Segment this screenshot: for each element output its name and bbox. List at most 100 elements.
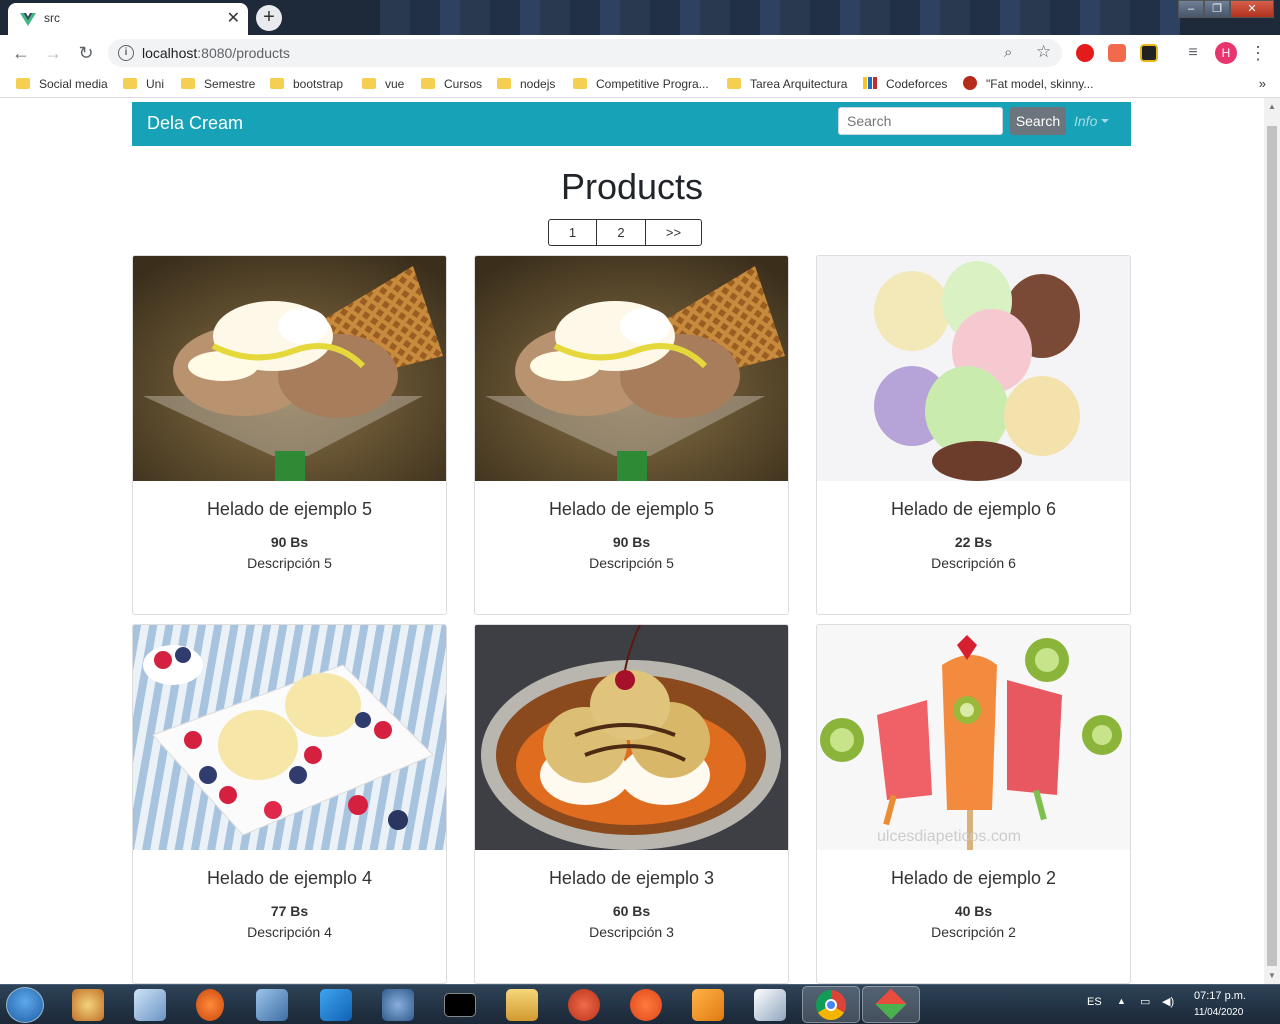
search-button[interactable]: Search xyxy=(1010,107,1066,135)
maximize-button[interactable]: ❐ xyxy=(1204,0,1230,18)
product-name[interactable]: Helado de ejemplo 3 xyxy=(475,868,788,889)
window-controls: – ❐ ✕ xyxy=(1178,0,1274,18)
product-description: Descripción 2 xyxy=(931,924,1016,940)
product-name[interactable]: Helado de ejemplo 2 xyxy=(817,868,1130,889)
media-queue-icon[interactable]: ≡ xyxy=(1181,41,1205,65)
site-brand[interactable]: Dela Cream xyxy=(147,113,243,134)
vscode-icon[interactable] xyxy=(320,989,352,1021)
new-tab-button[interactable]: + xyxy=(256,5,282,31)
folder-icon xyxy=(497,78,511,89)
info-dropdown[interactable]: Info xyxy=(1074,113,1110,129)
crown-extension-icon[interactable] xyxy=(1140,44,1158,62)
search-input[interactable] xyxy=(838,107,1003,135)
volume-icon[interactable]: ◀) xyxy=(1162,995,1174,1008)
browser-tab[interactable]: src ✕ xyxy=(8,3,248,35)
bookmark-folder[interactable]: vue xyxy=(362,76,404,94)
clock-date[interactable]: 11/04/2020 xyxy=(1194,1007,1243,1018)
git-app-taskbar-button[interactable] xyxy=(862,986,920,1023)
product-price: 90 Bs xyxy=(270,534,309,550)
tab-title: src xyxy=(44,11,60,25)
product-price: 40 Bs xyxy=(954,903,993,919)
back-arrow-icon[interactable]: ← xyxy=(9,41,33,65)
bookmark-link[interactable]: "Fat model, skinny... xyxy=(963,76,1093,94)
virtualbox-icon[interactable] xyxy=(256,989,288,1021)
product-card[interactable]: Helado de ejemplo 4 77 Bs Descripción 4 xyxy=(132,624,447,984)
page-link-2[interactable]: 2 xyxy=(597,220,646,245)
network-icon[interactable]: ▭ xyxy=(1140,995,1150,1008)
profile-avatar[interactable]: H xyxy=(1215,42,1237,64)
scroll-up-icon[interactable]: ▲ xyxy=(1268,102,1276,111)
folder-icon xyxy=(270,78,284,89)
page-scrollbar[interactable]: ▲ ▼ xyxy=(1264,98,1280,984)
sublime-text-icon[interactable] xyxy=(692,989,724,1021)
site-navbar: Dela Cream Search Info xyxy=(132,102,1131,146)
terminal-icon[interactable] xyxy=(444,993,476,1017)
address-bar[interactable]: i localhost:8080/products ⌕ ☆ xyxy=(108,39,1062,67)
folder-icon xyxy=(123,78,137,89)
more-bookmarks-button[interactable]: » xyxy=(1259,76,1266,91)
product-name[interactable]: Helado de ejemplo 6 xyxy=(817,499,1130,520)
bookmark-folder[interactable]: nodejs xyxy=(497,76,555,94)
bookmark-folder[interactable]: Semestre xyxy=(181,76,255,94)
product-image xyxy=(133,256,446,481)
language-indicator[interactable]: ES xyxy=(1087,996,1102,1008)
chrome-icon xyxy=(816,990,846,1020)
minimize-button[interactable]: – xyxy=(1178,0,1204,18)
bookmark-folder[interactable]: Uni xyxy=(123,76,164,94)
bookmark-link[interactable]: Codeforces xyxy=(863,76,947,94)
info-icon[interactable]: i xyxy=(118,45,134,61)
clock-time[interactable]: 07:17 p.m. xyxy=(1194,990,1246,1002)
paint-icon[interactable] xyxy=(72,989,104,1021)
bookmark-folder[interactable]: Cursos xyxy=(421,76,482,94)
ccleaner-icon[interactable] xyxy=(568,989,600,1021)
product-card[interactable]: Helado de ejemplo 5 90 Bs Descripción 5 xyxy=(474,255,789,615)
close-tab-icon[interactable]: ✕ xyxy=(227,8,240,28)
scrollbar-thumb[interactable] xyxy=(1267,126,1277,966)
product-image xyxy=(817,256,1130,481)
product-image xyxy=(475,256,788,481)
bookmark-folder[interactable]: Social media xyxy=(16,76,108,94)
url-text[interactable]: localhost:8080/products xyxy=(142,45,290,61)
product-name[interactable]: Helado de ejemplo 4 xyxy=(133,868,446,889)
bookmarks-bar: Social media Uni Semestre bootstrap vue … xyxy=(0,71,1280,98)
virtualbox-cube-icon[interactable] xyxy=(134,989,166,1021)
shield-extension-icon[interactable] xyxy=(1108,44,1126,62)
folder-icon xyxy=(16,78,30,89)
microphone-icon[interactable] xyxy=(196,989,224,1021)
menu-kebab-icon[interactable]: ⋮ xyxy=(1246,41,1270,65)
page-link-next[interactable]: >> xyxy=(646,220,701,245)
svg-text:ulcesdiapeticos.com: ulcesdiapeticos.com xyxy=(877,828,1021,845)
scroll-down-icon[interactable]: ▼ xyxy=(1268,971,1276,980)
windows-taskbar: ES ▲ ▭ ◀) 07:17 p.m. 11/04/2020 xyxy=(0,984,1280,1024)
windows-start-button[interactable] xyxy=(6,987,44,1023)
zoom-icon[interactable]: ⌕ xyxy=(1004,44,1012,61)
postgresql-icon[interactable] xyxy=(382,989,414,1021)
product-description: Descripción 5 xyxy=(589,555,674,571)
product-card[interactable]: Helado de ejemplo 6 22 Bs Descripción 6 xyxy=(816,255,1131,615)
product-card[interactable]: Helado de ejemplo 5 90 Bs Descripción 5 xyxy=(132,255,447,615)
file-explorer-icon[interactable] xyxy=(506,989,538,1021)
codeforces-icon xyxy=(863,77,877,89)
tray-expand-icon[interactable]: ▲ xyxy=(1117,996,1126,1006)
vue-icon xyxy=(20,13,36,26)
pencil-app-icon[interactable] xyxy=(630,989,662,1021)
forward-arrow-icon[interactable]: → xyxy=(41,41,65,65)
pagination: 1 2 >> xyxy=(548,219,702,246)
box-app-icon[interactable] xyxy=(754,989,786,1021)
ublock-extension-icon[interactable] xyxy=(1076,44,1094,62)
bookmark-folder[interactable]: Tarea Arquitectura xyxy=(727,76,847,94)
product-name[interactable]: Helado de ejemplo 5 xyxy=(475,499,788,520)
close-window-button[interactable]: ✕ xyxy=(1230,0,1274,18)
star-icon[interactable]: ☆ xyxy=(1036,42,1051,62)
product-name[interactable]: Helado de ejemplo 5 xyxy=(133,499,446,520)
reload-icon[interactable]: ↻ xyxy=(74,41,98,65)
bookmark-folder[interactable]: Competitive Progra... xyxy=(573,76,709,94)
product-card[interactable]: Helado de ejemplo 3 60 Bs Descripción 3 xyxy=(474,624,789,984)
chrome-taskbar-button[interactable] xyxy=(802,986,860,1023)
product-card[interactable]: ulcesdiapeticos.com Helado de ejemplo 2 … xyxy=(816,624,1131,984)
product-description: Descripción 5 xyxy=(247,555,332,571)
page-link-1[interactable]: 1 xyxy=(549,220,597,245)
caret-down-icon xyxy=(1101,119,1110,123)
bookmark-folder[interactable]: bootstrap xyxy=(270,76,343,94)
folder-icon xyxy=(181,78,195,89)
